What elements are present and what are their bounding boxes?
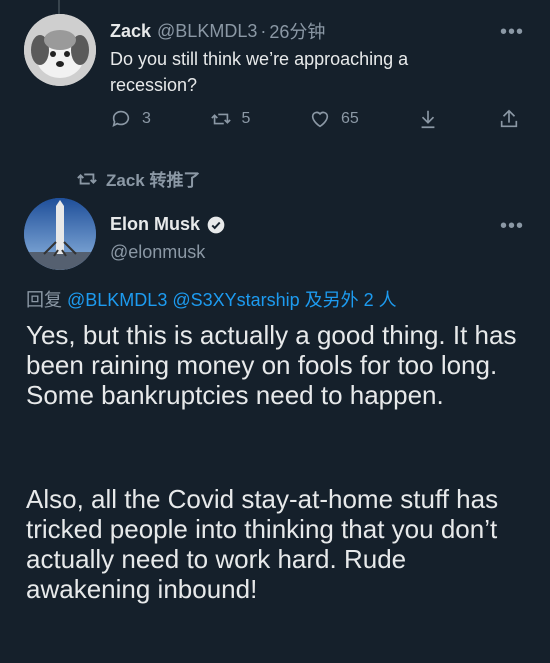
retweet-icon [210,113,231,125]
zack-avatar[interactable] [24,14,96,86]
elon-avatar[interactable] [24,198,96,270]
zack-tweet-text: Do you still think we’re approaching a r… [110,49,409,95]
retweet-count: 5 [241,110,251,127]
reply-count: 3 [142,110,151,127]
more-horizontal-icon[interactable]: ••• [500,216,524,236]
zack-time[interactable]: 26分钟 [269,18,325,44]
heart-icon [311,111,329,128]
reply-prefix: 回复 [26,290,62,310]
zack-separator: · [260,20,267,41]
reply-button[interactable]: 3 [110,108,151,130]
elon-author-name[interactable]: Elon Musk [110,214,200,235]
reply-others-link[interactable]: 及另外 2 人 [305,290,397,310]
reply-icon [112,110,130,127]
retweet-icon [77,173,97,184]
retweet-context-label: Zack 转推了 [106,171,201,190]
zack-author-name[interactable]: Zack [110,21,151,42]
reply-mentions-link[interactable]: @BLKMDL3 @S3XYstarship [67,290,300,310]
zack-action-bar: 3 5 65 [110,108,520,130]
elon-handle[interactable]: @elonmusk [110,242,205,263]
download-button[interactable] [417,108,439,130]
tweet-paragraph-2: Also, all the Covid stay-at-home stuff h… [26,484,499,604]
verified-badge-icon [206,215,226,235]
tweet-paragraph-1: Yes, but this is actually a good thing. … [26,320,517,410]
download-icon [421,110,435,129]
like-count: 65 [341,110,359,127]
share-icon [500,109,518,128]
more-horizontal-icon[interactable]: ••• [500,22,524,42]
elon-name-row: Elon Musk [110,214,226,235]
dog-avatar-image [24,14,96,86]
share-button[interactable] [498,108,520,130]
retweet-context-bar[interactable]: Zack 转推了 [76,166,200,191]
zack-handle[interactable]: @BLKMDL3 [157,21,257,42]
zack-name-row: Zack @BLKMDL3 · 26分钟 [110,18,325,44]
reply-to-line: 回复 @BLKMDL3 @S3XYstarship 及另外 2 人 [26,286,397,312]
like-button[interactable]: 65 [309,108,359,130]
rocket-avatar-image [24,198,96,270]
retweet-button[interactable]: 5 [210,108,251,130]
